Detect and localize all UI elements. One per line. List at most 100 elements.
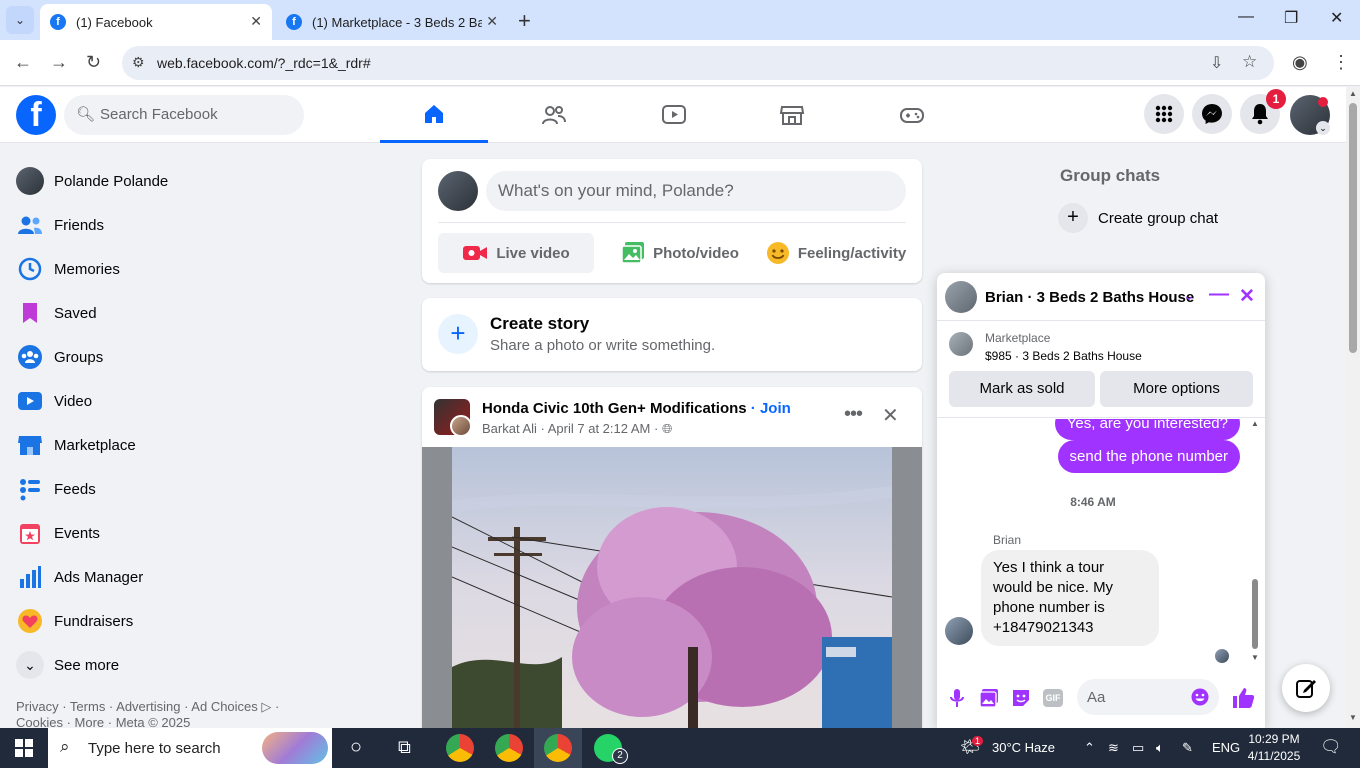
sidebar-item-groups[interactable]: Groups [16, 337, 103, 377]
install-app-icon[interactable]: ⇩ [1210, 53, 1223, 73]
chat-scrollbar[interactable]: ▲ ▼ [1251, 419, 1259, 667]
photo-icon [621, 242, 645, 264]
volume-icon[interactable]: 🔈︎ [1156, 740, 1164, 756]
more-options-button[interactable]: More options [1100, 371, 1253, 407]
page-scrollbar[interactable]: ▲ ▼ [1346, 87, 1360, 728]
close-window-icon[interactable]: ✕ [1330, 8, 1343, 28]
author-avatar[interactable] [450, 415, 472, 437]
post-meta[interactable]: Barkat Ali · April 7 at 2:12 AM · [482, 421, 658, 436]
task-switcher-icon[interactable]: ⧉ [398, 737, 411, 758]
gif-icon[interactable]: GIF [1043, 689, 1063, 707]
reload-icon[interactable]: ↻ [86, 52, 101, 73]
forward-arrow-icon[interactable]: → [50, 52, 68, 73]
url-omnibox[interactable]: ⚙ web.facebook.com/?_rdc=1&_rdr# ⇩ ☆ [122, 46, 1274, 80]
star-icon[interactable]: ☆ [1242, 52, 1257, 72]
pen-icon[interactable]: ✎ [1182, 740, 1193, 756]
minimize-icon[interactable]: — [1238, 8, 1254, 26]
nav-friends[interactable] [500, 87, 608, 143]
microphone-icon[interactable] [949, 688, 965, 708]
group-name-link[interactable]: Honda Civic 10th Gen+ Modifications [482, 400, 747, 417]
post-image-frame[interactable] [422, 447, 922, 728]
sidebar-item-ads-manager[interactable]: Ads Manager [16, 557, 143, 597]
tab-search-button[interactable]: ⌄ [6, 6, 34, 34]
mark-as-sold-button[interactable]: Mark as sold [949, 371, 1095, 407]
join-link[interactable]: · Join [751, 400, 791, 417]
maximize-icon[interactable]: ❐ [1284, 8, 1298, 28]
account-chevron-icon[interactable]: ⌄ [1316, 121, 1330, 135]
profile-icon[interactable]: ◉ [1292, 52, 1308, 73]
chevron-up-icon[interactable]: ⌃ [1084, 740, 1095, 756]
sidebar-item-saved[interactable]: Saved [16, 293, 97, 333]
clock[interactable]: 10:29 PM 4/11/2025 [1246, 731, 1302, 765]
sidebar-item-friends[interactable]: Friends [16, 205, 104, 245]
chrome-profile-b-icon[interactable] [495, 734, 523, 762]
close-post-icon[interactable]: ✕ [882, 403, 899, 428]
taskbar-search-input[interactable]: ⌕ Type here to search [48, 728, 332, 768]
sidebar-item-profile[interactable]: Polande Polande [16, 161, 168, 201]
network-icon[interactable]: ≋ [1108, 740, 1119, 756]
tab-facebook[interactable]: f (1) Facebook ✕ [40, 4, 272, 40]
sticker-icon[interactable] [1011, 688, 1031, 708]
chrome-app-icon[interactable] [446, 734, 474, 762]
image-icon[interactable] [979, 688, 999, 708]
listing-title: $985 · 3 Beds 2 Baths House [985, 349, 1142, 363]
scroll-up-arrow-icon[interactable]: ▲ [1251, 419, 1259, 428]
nav-video[interactable] [620, 87, 728, 143]
kebab-menu-icon[interactable]: ⋮ [1332, 52, 1350, 73]
new-message-button[interactable] [1282, 664, 1330, 712]
scrollbar-thumb[interactable] [1349, 103, 1357, 353]
message-input[interactable]: Aa [1077, 679, 1219, 715]
messenger-icon [1202, 104, 1222, 124]
create-story-card[interactable]: + Create story Share a photo or write so… [422, 298, 922, 371]
facebook-logo-icon[interactable]: f [16, 95, 56, 135]
post-composer-input[interactable]: What's on your mind, Polande? [486, 171, 906, 211]
close-chat-icon[interactable]: ✕ [1239, 285, 1255, 308]
user-avatar[interactable] [438, 171, 478, 211]
minimize-chat-icon[interactable]: — [1209, 283, 1229, 306]
story-subtitle: Share a photo or write something. [490, 337, 716, 354]
scroll-up-arrow-icon[interactable]: ▲ [1349, 89, 1357, 98]
battery-icon[interactable]: ▭ [1132, 740, 1144, 756]
more-options-icon[interactable]: ••• [844, 403, 863, 426]
chat-header[interactable]: Brian · 3 Beds 2 Baths House ⌄ — ✕ [937, 273, 1265, 321]
weather-text[interactable]: 30°C Haze [992, 740, 1055, 755]
scroll-down-arrow-icon[interactable]: ▼ [1349, 713, 1357, 722]
chevron-down-icon[interactable]: ⌄ [1183, 287, 1195, 304]
chat-title[interactable]: Brian · 3 Beds 2 Baths House [985, 289, 1194, 306]
create-group-chat-button[interactable]: + Create group chat [1058, 200, 1218, 236]
task-view-icon[interactable]: ○ [350, 736, 362, 759]
notification-center-icon[interactable]: 🗨︎ [1320, 737, 1342, 757]
footer-links[interactable]: Privacy · Terms · Advertising · Ad Choic… [16, 699, 296, 731]
sidebar-item-fundraisers[interactable]: Fundraisers [16, 601, 133, 641]
listing-banner[interactable]: Marketplace $985 · 3 Beds 2 Baths House … [937, 322, 1265, 418]
close-icon[interactable]: ✕ [486, 13, 498, 30]
menu-button[interactable] [1144, 94, 1184, 134]
search-input[interactable]: 🔍︎ Search Facebook [64, 95, 304, 135]
feeling-activity-button[interactable]: Feeling/activity [758, 233, 914, 273]
sidebar-item-marketplace[interactable]: Marketplace [16, 425, 136, 465]
sidebar-item-video[interactable]: Video [16, 381, 92, 421]
sidebar-see-more[interactable]: ⌄ See more [16, 645, 119, 685]
windows-start-icon[interactable] [15, 739, 33, 757]
close-icon[interactable]: ✕ [250, 13, 262, 30]
nav-gaming[interactable] [858, 87, 966, 143]
nav-home[interactable] [380, 87, 488, 143]
message-thread[interactable]: Yes, are you interested? send the phone … [937, 419, 1265, 667]
sidebar-item-feeds[interactable]: Feeds [16, 469, 96, 509]
sidebar-item-events[interactable]: Events [16, 513, 100, 553]
new-tab-plus-icon[interactable]: + [518, 8, 531, 34]
site-info-icon[interactable]: ⚙ [132, 54, 145, 71]
thumbs-up-icon[interactable] [1231, 686, 1255, 710]
messenger-button[interactable] [1192, 94, 1232, 134]
sidebar-item-memories[interactable]: Memories [16, 249, 120, 289]
scroll-down-arrow-icon[interactable]: ▼ [1251, 653, 1259, 662]
nav-marketplace[interactable] [738, 87, 846, 143]
photo-video-button[interactable]: Photo/video [602, 233, 758, 273]
language-indicator[interactable]: ENG [1212, 740, 1240, 755]
back-arrow-icon[interactable]: ← [14, 52, 32, 73]
scrollbar-thumb[interactable] [1252, 579, 1258, 649]
tab-marketplace[interactable]: f (1) Marketplace - 3 Beds 2 Bath ✕ [276, 4, 508, 40]
live-video-button[interactable]: Live video [438, 233, 594, 273]
emoji-icon[interactable] [1191, 688, 1209, 706]
chrome-active-app-icon[interactable] [544, 734, 572, 762]
